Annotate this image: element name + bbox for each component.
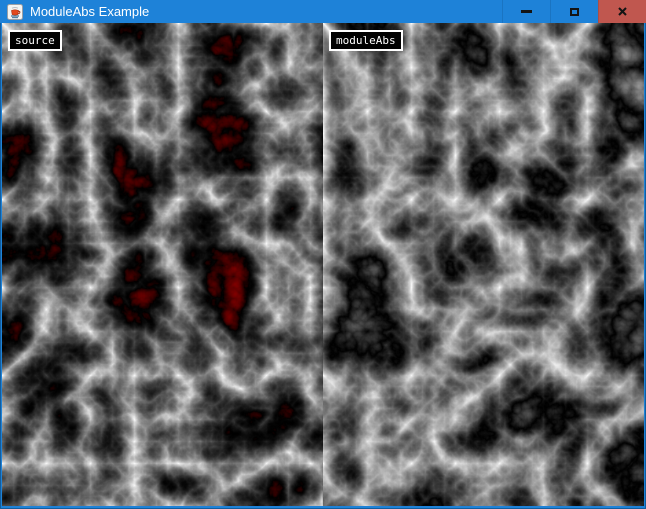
window-controls (502, 0, 646, 23)
panel-moduleabs: moduleAbs (323, 23, 644, 506)
app-window: ModuleAbs Example source moduleAbs (0, 0, 646, 509)
maximize-button[interactable] (550, 0, 598, 23)
close-button[interactable] (598, 0, 646, 23)
moduleabs-label: moduleAbs (329, 30, 403, 51)
maximize-icon (570, 8, 579, 16)
close-icon (618, 7, 627, 16)
source-label: source (8, 30, 62, 51)
minimize-button[interactable] (502, 0, 550, 23)
titlebar[interactable]: ModuleAbs Example (0, 0, 646, 23)
window-title: ModuleAbs Example (30, 0, 149, 23)
minimize-icon (521, 10, 532, 13)
panel-source: source (2, 23, 323, 506)
moduleabs-image (323, 23, 644, 506)
java-coffee-cup-icon (7, 4, 23, 20)
source-image (2, 23, 323, 506)
image-area: source moduleAbs (2, 23, 644, 506)
